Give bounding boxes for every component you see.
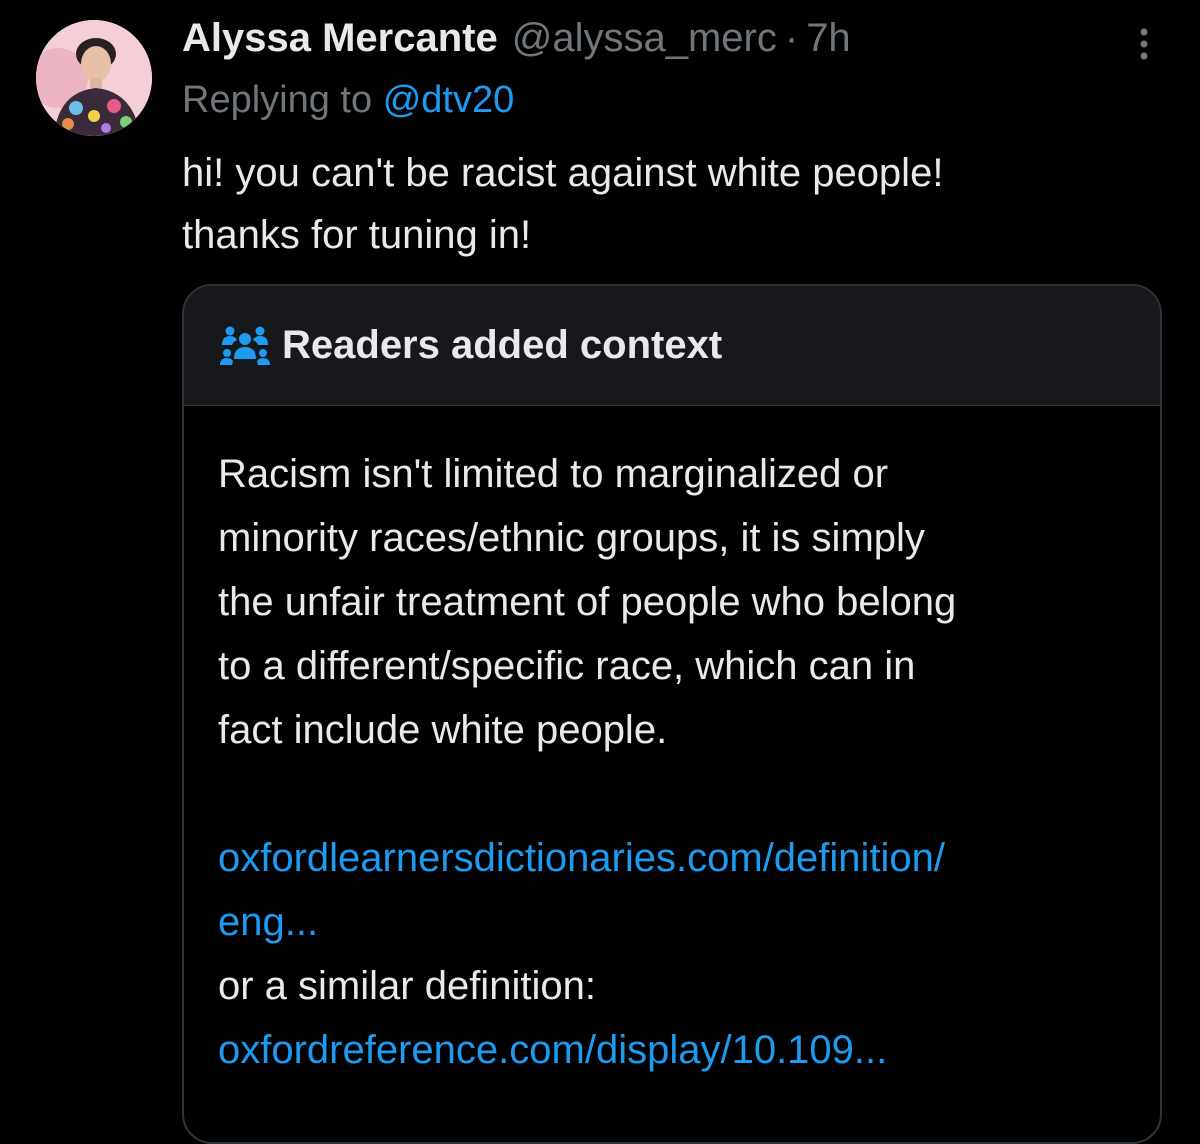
source-link-oxfordlearners[interactable]: oxfordlearnersdictionaries.com/definitio…: [218, 826, 1138, 954]
more-vertical-icon: [1140, 28, 1148, 60]
community-note-title: Readers added context: [282, 323, 723, 367]
replying-to-label: Replying to: [182, 79, 373, 121]
note-text-line: to a different/specific race, which can …: [218, 644, 916, 688]
tweet-timestamp[interactable]: 7h: [806, 12, 851, 64]
tweet-text-line: thanks for tuning in!: [182, 213, 532, 257]
community-note-card[interactable]: Readers added context Racism isn't limit…: [182, 284, 1162, 1144]
separator-dot: ·: [784, 16, 799, 60]
community-note-body: Racism isn't limited to marginalized or …: [218, 442, 1138, 1082]
author-name[interactable]: Alyssa Mercante: [182, 12, 498, 64]
source-link-line[interactable]: oxfordlearnersdictionaries.com/definitio…: [218, 826, 1138, 890]
community-note-header: Readers added context: [184, 286, 1160, 406]
replying-to: Replying to @dtv20: [182, 74, 514, 126]
author-handle[interactable]: @alyssa_merc: [512, 12, 777, 64]
note-secondary-text: or a similar definition:: [218, 964, 596, 1008]
more-options-button[interactable]: [1124, 22, 1164, 66]
people-icon: [220, 326, 270, 365]
source-link-oxfordreference[interactable]: oxfordreference.com/display/10.109...: [218, 1018, 1138, 1082]
note-text-line: Racism isn't limited to marginalized or: [218, 452, 889, 496]
note-text-line: fact include white people.: [218, 708, 668, 752]
replying-to-mention[interactable]: @dtv20: [383, 79, 515, 121]
tweet-text-line: hi! you can't be racist against white pe…: [182, 151, 944, 195]
tweet-text: hi! you can't be racist against white pe…: [182, 142, 1142, 266]
note-text-line: the unfair treatment of people who belon…: [218, 580, 957, 624]
source-link-line[interactable]: eng...: [218, 890, 1138, 954]
tweet-header: Alyssa Mercante @alyssa_merc · 7h: [182, 12, 851, 64]
avatar[interactable]: [36, 20, 152, 136]
note-text-line: minority races/ethnic groups, it is simp…: [218, 516, 925, 560]
avatar-image: [36, 20, 152, 136]
